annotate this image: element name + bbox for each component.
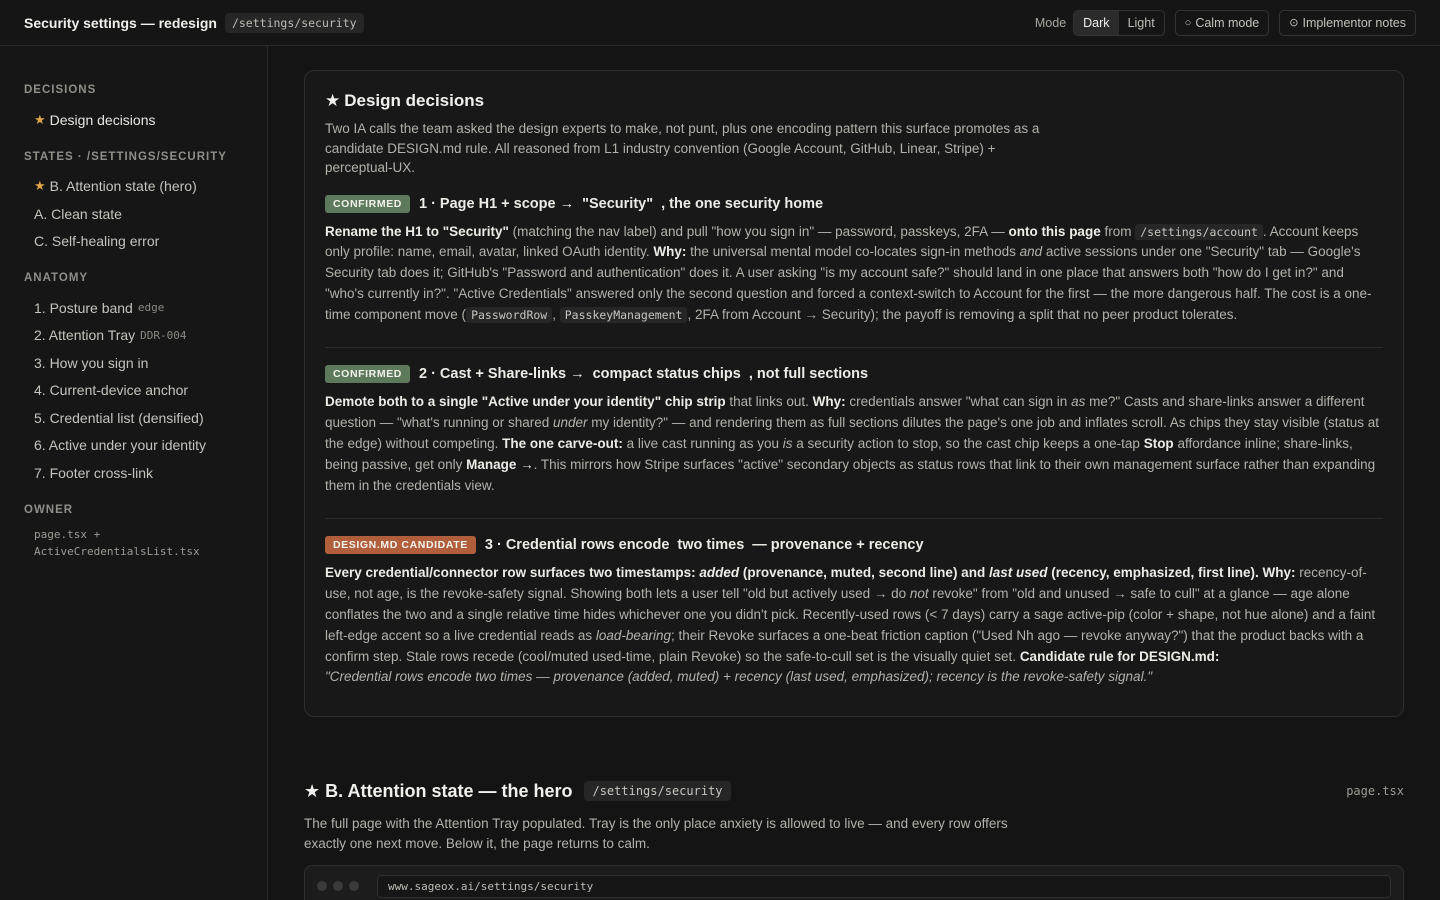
sidebar-item-active-under-identity[interactable]: 6. Active under your identity [0, 432, 267, 460]
decision-body: Every credential/connector row surfaces … [325, 565, 1376, 685]
star-icon: ★ [304, 780, 326, 801]
section-heading-row: ★ B. Attention state — the hero /setting… [304, 776, 1404, 806]
section-attention-state: ★ B. Attention state — the hero /setting… [304, 776, 1404, 853]
code-component: PasswordRow [466, 306, 553, 323]
decision-heading: CONFIRMED 2 · Cast + Share-links → compa… [325, 364, 1383, 384]
app-title: Security settings — redesign [24, 14, 217, 31]
code-route: /settings/account [1135, 223, 1263, 240]
sidebar-item-label: 7. Footer cross-link [34, 464, 154, 481]
star-icon: ★ [34, 111, 46, 127]
sidebar-item-label: B. Attention state (hero) [49, 178, 197, 195]
sidebar-heading: STATES · /SETTINGS/SECURITY [24, 150, 227, 163]
decision-heading-emphasis: "Security" [582, 195, 654, 212]
top-bar: Security settings — redesign /settings/s… [0, 0, 1440, 46]
card-title-text: Design decisions [344, 91, 485, 110]
sidebar-group-anatomy: ANATOMY 1. Posture band edge 2. Attentio… [0, 272, 267, 487]
decision-heading: DESIGN.MD CANDIDATE 3 · Credential rows … [325, 535, 1383, 555]
sidebar-group-states: STATES · /SETTINGS/SECURITY ★ B. Attenti… [0, 151, 267, 256]
mode-dark-button[interactable]: Dark [1074, 10, 1119, 35]
sidebar: DECISIONS ★ Design decisions STATES · /S… [0, 46, 268, 900]
implementor-notes-button[interactable]: ⊙ Implementor notes [1279, 9, 1416, 36]
sidebar-group-decisions: DECISIONS ★ Design decisions [0, 84, 267, 134]
section-title-text: B. Attention state — the hero [325, 780, 573, 801]
route-chip: /settings/security [584, 781, 731, 801]
decision-body: Rename the H1 to "Security" (matching th… [325, 223, 1372, 323]
candidate-rule-quote: "Credential rows encode two times — prov… [325, 669, 1153, 685]
sidebar-item-label: 1. Posture band [34, 299, 133, 316]
star-icon: ★ [34, 178, 46, 194]
decision-heading-text: 1 · Page H1 + scope → [418, 195, 575, 212]
sidebar-item-label: 4. Current-device anchor [34, 382, 189, 399]
sidebar-item-clean-state[interactable]: A. Clean state [0, 200, 267, 228]
star-icon: ★ [325, 91, 341, 110]
decision-heading-emphasis: compact status chips [592, 366, 741, 383]
decision-heading-text: , the one security home [661, 195, 824, 212]
sidebar-item-how-you-sign-in[interactable]: 3. How you sign in [0, 349, 267, 377]
sidebar-item-label: 3. How you sign in [34, 354, 149, 371]
sidebar-item-label: A. Clean state [34, 205, 122, 222]
sidebar-item-self-healing-error[interactable]: C. Self-healing error [0, 228, 267, 256]
card-title: ★ Design decisions [325, 91, 1383, 111]
main-content: ★ Design decisions Two IA calls the team… [268, 46, 1440, 900]
decision-heading-text: , not full sections [748, 366, 869, 383]
sidebar-item-tag: edge [137, 301, 165, 315]
section-title: ★ B. Attention state — the hero [304, 781, 572, 802]
sidebar-heading: ANATOMY [24, 272, 89, 284]
sidebar-item-posture-band[interactable]: 1. Posture band edge [0, 294, 267, 322]
sidebar-item-credential-list[interactable]: 5. Credential list (densified) [0, 404, 267, 432]
decision-2: CONFIRMED 2 · Cast + Share-links → compa… [325, 347, 1383, 496]
browser-frame: www.sageox.ai/settings/security [304, 865, 1404, 900]
window-dot-icon [333, 881, 343, 891]
calm-mode-button[interactable]: ○ Calm mode [1174, 9, 1270, 36]
sidebar-item-attention-tray[interactable]: 2. Attention Tray DDR-004 [0, 322, 267, 350]
mode-toggle: Dark Light [1073, 9, 1165, 36]
sidebar-group-owner: OWNER page.tsx + ActiveCredentialsList.t… [0, 504, 267, 560]
design-decisions-card: ★ Design decisions Two IA calls the team… [304, 70, 1404, 717]
sidebar-item-attention-state[interactable]: ★ B. Attention state (hero) [0, 173, 267, 201]
decision-heading-text: 3 · Credential rows encode [484, 537, 670, 554]
mode-light-button[interactable]: Light [1119, 11, 1164, 35]
status-badge: DESIGN.MD CANDIDATE [325, 536, 476, 555]
window-controls [317, 881, 359, 891]
decision-1: CONFIRMED 1 · Page H1 + scope → "Securit… [325, 194, 1383, 326]
sidebar-item-label: 2. Attention Tray [34, 327, 136, 344]
target-icon: ⊙ [1289, 17, 1299, 29]
mode-label: Mode [1034, 15, 1067, 30]
decision-heading: CONFIRMED 1 · Page H1 + scope → "Securit… [325, 194, 1383, 214]
url-bar[interactable]: www.sageox.ai/settings/security [377, 875, 1391, 898]
sidebar-item-current-device-anchor[interactable]: 4. Current-device anchor [0, 377, 267, 405]
sidebar-item-label: 5. Credential list (densified) [34, 409, 204, 426]
sidebar-item-design-decisions[interactable]: ★ Design decisions [0, 106, 267, 134]
section-description: The full page with the Attention Tray po… [304, 816, 1008, 851]
owner-file-line: page.tsx + [34, 527, 101, 541]
status-badge: CONFIRMED [325, 365, 410, 384]
owner-file-line: ActiveCredentialsList.tsx [34, 544, 200, 558]
sidebar-heading: DECISIONS [24, 84, 97, 96]
source-file-label: page.tsx [1346, 784, 1404, 798]
decision-heading-text: — provenance + recency [752, 537, 924, 554]
sidebar-item-footer-cross-link[interactable]: 7. Footer cross-link [0, 459, 267, 487]
card-intro: Two IA calls the team asked the design e… [325, 121, 1040, 175]
window-dot-icon [349, 881, 359, 891]
calm-mode-label: Calm mode [1195, 15, 1260, 30]
sidebar-item-label: 6. Active under your identity [34, 437, 206, 454]
code-component: PasskeyManagement [559, 306, 688, 323]
implementor-notes-label: Implementor notes [1302, 15, 1406, 30]
decision-heading-text: 2 · Cast + Share-links → [418, 366, 585, 383]
decision-heading-emphasis: two times [677, 537, 745, 554]
decision-body: Demote both to a single "Active under yo… [325, 394, 1380, 493]
sidebar-item-label: C. Self-healing error [34, 233, 160, 250]
window-dot-icon [317, 881, 327, 891]
sidebar-heading: OWNER [24, 503, 74, 516]
sidebar-item-label: Design decisions [49, 111, 156, 128]
status-badge: CONFIRMED [325, 194, 410, 213]
circle-icon: ○ [1184, 16, 1192, 29]
route-chip: /settings/security [224, 12, 364, 33]
decision-3: DESIGN.MD CANDIDATE 3 · Credential rows … [325, 518, 1383, 688]
sidebar-item-tag: DDR-004 [140, 328, 187, 342]
